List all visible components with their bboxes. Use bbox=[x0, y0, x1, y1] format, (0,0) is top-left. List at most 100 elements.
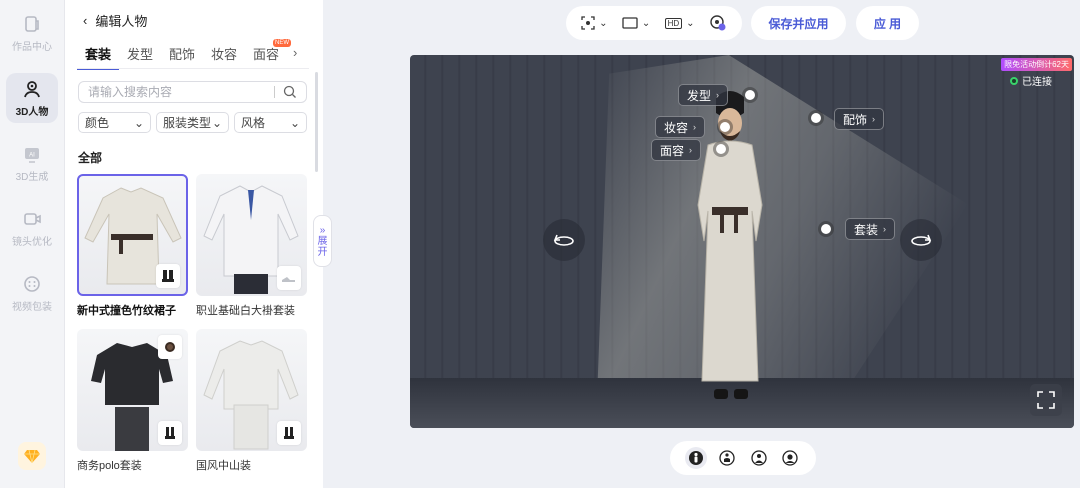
view-mode-bar bbox=[670, 441, 816, 475]
outfit-card[interactable]: 商务polo套装 bbox=[77, 329, 188, 473]
outfit-card[interactable]: 职业基础白大褂套装 bbox=[196, 174, 307, 318]
chevron-down-icon: ⌄ bbox=[686, 17, 695, 29]
chevron-down-icon: ⌄ bbox=[599, 17, 608, 29]
save-and-apply-button[interactable]: 保存并应用 bbox=[751, 6, 846, 40]
aspect-tool[interactable]: ⌄ bbox=[622, 17, 650, 29]
tabs-divider bbox=[77, 68, 309, 69]
outfit-name: 国风中山装 bbox=[196, 460, 251, 472]
shoes-icon bbox=[158, 421, 182, 445]
double-chevron-right-icon: » bbox=[319, 224, 326, 236]
rail-item-video-pack[interactable]: 视频包装 bbox=[6, 268, 58, 318]
view-upper-body-button[interactable] bbox=[748, 447, 770, 469]
shoes-icon bbox=[156, 264, 180, 288]
half-body-icon bbox=[719, 450, 735, 466]
promo-badge: 限免活动倒计62天 bbox=[1001, 58, 1072, 71]
outfit-name: 商务polo套装 bbox=[77, 460, 142, 472]
apply-button[interactable]: 应 用 bbox=[856, 6, 919, 40]
filter-style[interactable]: 风格 ⌄ bbox=[234, 112, 307, 133]
chevron-down-icon: ⌄ bbox=[289, 115, 300, 130]
new-badge: NEW bbox=[273, 39, 291, 47]
pin-accessory[interactable] bbox=[811, 113, 821, 123]
view-half-body-button[interactable] bbox=[716, 447, 738, 469]
rotate-left-button[interactable] bbox=[543, 219, 585, 261]
tabs-scroll-right-icon[interactable]: › bbox=[293, 45, 297, 60]
rotate-right-icon bbox=[911, 234, 932, 246]
outfit-thumbnail bbox=[196, 329, 307, 451]
tab-outfit[interactable]: 套装 bbox=[77, 44, 119, 70]
hotspot-hair[interactable]: 发型 › bbox=[678, 84, 729, 106]
chevron-right-icon: › bbox=[693, 122, 697, 132]
pin-face[interactable] bbox=[716, 144, 726, 154]
camera-record-icon bbox=[710, 15, 726, 31]
hotspot-face[interactable]: 面容 › bbox=[651, 139, 702, 161]
tab-makeup[interactable]: 妆容 bbox=[203, 44, 245, 68]
rotate-left-icon bbox=[553, 234, 574, 246]
rail-item-3d-generate[interactable]: AI 3D生成 bbox=[6, 138, 58, 188]
rail-item-3d-person[interactable]: 3D人物 bbox=[6, 73, 58, 123]
tab-face[interactable]: 面容 NEW bbox=[245, 39, 291, 68]
outfit-thumbnail bbox=[77, 174, 188, 296]
3d-viewport[interactable]: 限免活动倒计62天 已连接 发型 › 妆容 › 面容 › 配饰 › 套装 › bbox=[410, 55, 1074, 428]
back-button[interactable]: ‹ 编辑人物 bbox=[83, 11, 147, 30]
view-head-button[interactable] bbox=[779, 447, 801, 469]
outfit-name: 职业基础白大褂套装 bbox=[196, 305, 295, 317]
diamond-icon bbox=[24, 449, 40, 463]
hotspot-outfit[interactable]: 套装 › bbox=[845, 218, 896, 240]
tab-accessory[interactable]: 配饰 bbox=[161, 44, 203, 68]
outfit-card[interactable]: 国风中山装 bbox=[196, 329, 307, 473]
chevron-right-icon: › bbox=[689, 145, 693, 155]
filter-color[interactable]: 颜色 ⌄ bbox=[78, 112, 151, 133]
category-tabs: 套装 发型 配饰 妆容 面容 NEW bbox=[77, 39, 307, 70]
rail-label: 镜头优化 bbox=[12, 236, 52, 248]
svg-text:AI: AI bbox=[29, 152, 35, 158]
package-icon bbox=[24, 275, 40, 292]
filter-clothing-type[interactable]: 服装类型 ⌄ bbox=[156, 112, 229, 133]
hotspot-accessory[interactable]: 配饰 › bbox=[834, 108, 885, 130]
focus-tool[interactable]: ⌄ bbox=[581, 16, 608, 30]
hd-icon: HD bbox=[664, 17, 683, 29]
focus-icon bbox=[581, 16, 595, 30]
rotate-right-button[interactable] bbox=[900, 219, 942, 261]
tab-hair[interactable]: 发型 bbox=[119, 44, 161, 68]
outfit-card[interactable]: 新中式撞色竹纹裙子 bbox=[77, 174, 188, 318]
search-input[interactable] bbox=[88, 85, 268, 99]
pin-hair[interactable] bbox=[745, 90, 755, 100]
outfit-thumbnail bbox=[196, 174, 307, 296]
rail-label: 作品中心 bbox=[12, 41, 52, 53]
chevron-down-icon: ⌄ bbox=[133, 115, 144, 130]
status-dot-icon bbox=[1010, 76, 1018, 85]
pin-makeup[interactable] bbox=[720, 122, 730, 132]
chevron-right-icon: › bbox=[872, 114, 876, 124]
section-title: 全部 bbox=[78, 151, 103, 165]
search-box bbox=[78, 81, 307, 103]
search-icon[interactable] bbox=[283, 85, 297, 99]
chevron-down-icon: ⌄ bbox=[641, 17, 651, 29]
view-full-body-button[interactable] bbox=[684, 447, 707, 469]
chevron-down-icon: ⌄ bbox=[211, 115, 222, 130]
shoes-icon bbox=[277, 266, 301, 290]
chevron-right-icon: › bbox=[716, 90, 720, 100]
quality-tool[interactable]: HD ⌄ bbox=[664, 17, 695, 29]
hotspot-makeup[interactable]: 妆容 › bbox=[655, 116, 706, 138]
rail-item-works[interactable]: 作品中心 bbox=[6, 8, 58, 58]
expand-panel-button[interactable]: » 展 开 bbox=[313, 215, 332, 267]
upper-body-icon bbox=[751, 450, 767, 466]
aspect-ratio-icon bbox=[622, 17, 638, 29]
fullscreen-button[interactable] bbox=[1030, 384, 1062, 416]
rail-item-lens[interactable]: 镜头优化 bbox=[6, 203, 58, 253]
fullscreen-icon bbox=[1037, 391, 1055, 409]
pin-outfit[interactable] bbox=[821, 224, 831, 234]
rail-label: 视频包装 bbox=[12, 301, 52, 313]
connection-status: 已连接 bbox=[1010, 73, 1052, 88]
filters: 颜色 ⌄ 服装类型 ⌄ 风格 ⌄ bbox=[78, 112, 307, 133]
camera-tool[interactable] bbox=[709, 14, 727, 32]
view-toolbar: ⌄ ⌄ HD ⌄ bbox=[566, 6, 742, 40]
rail-label: 3D生成 bbox=[15, 171, 49, 183]
vip-button[interactable] bbox=[18, 442, 46, 470]
panel-title: 编辑人物 bbox=[95, 14, 148, 29]
chevron-right-icon: › bbox=[883, 224, 887, 234]
left-rail: 作品中心 3D人物 AI 3D生成 镜头优化 视频包装 bbox=[0, 0, 65, 488]
panel-scrollbar[interactable] bbox=[315, 72, 318, 172]
shoes-icon bbox=[277, 421, 301, 445]
camera-icon bbox=[24, 212, 41, 225]
